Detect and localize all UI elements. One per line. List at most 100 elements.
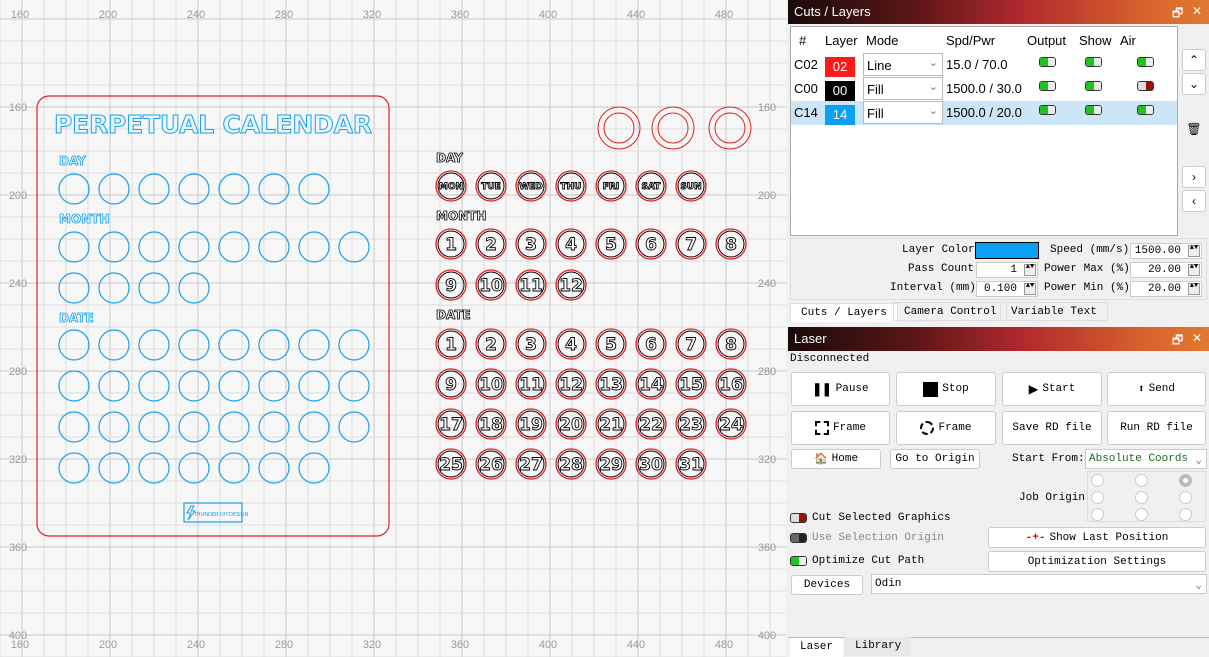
start-button[interactable]: ▶ Start [1002, 372, 1102, 406]
job-origin-radio-top-right[interactable] [1179, 474, 1192, 487]
interval-field[interactable]: 0.100 ▲▼ [976, 281, 1038, 297]
slot-circle[interactable] [298, 452, 330, 484]
tab-cuts-layers[interactable]: Cuts / Layers [790, 303, 898, 322]
air-toggle[interactable] [1137, 105, 1154, 115]
close-icon[interactable]: ✕ [1192, 4, 1202, 18]
ring-inner[interactable] [603, 112, 635, 144]
output-toggle[interactable] [1039, 105, 1056, 115]
slot-circle[interactable] [98, 452, 130, 484]
slot-circle[interactable] [218, 329, 250, 361]
slot-circle[interactable] [338, 231, 370, 263]
mode-select[interactable]: Line ⌄ [863, 53, 943, 76]
delete-icon[interactable]: 🗑 [1182, 119, 1206, 141]
slot-circle[interactable] [218, 370, 250, 402]
show-toggle[interactable] [1085, 105, 1102, 115]
slot-circle[interactable] [298, 231, 330, 263]
canvas-drawing[interactable]: 160 200 240 280 320 360 400 440 480160 200 240 280 3… [0, 0, 786, 657]
go-to-origin-button[interactable]: Go to Origin [890, 449, 980, 469]
slot-circle[interactable] [98, 370, 130, 402]
slot-circle[interactable] [98, 272, 130, 304]
next-button[interactable]: › [1182, 166, 1206, 188]
tab-variable-text[interactable]: Variable Text [1000, 302, 1108, 321]
layer-swatch[interactable]: 14 [825, 105, 855, 125]
slot-circle[interactable] [178, 173, 210, 205]
slot-circle[interactable] [218, 173, 250, 205]
save-rd-file-button[interactable]: Save RD file [1002, 411, 1102, 445]
mode-select[interactable]: Fill ⌄ [863, 77, 943, 100]
job-origin-radio-mid-right[interactable] [1179, 491, 1192, 504]
slot-circle[interactable] [298, 173, 330, 205]
device-select[interactable]: Odin ⌄ [871, 574, 1207, 594]
slot-circle[interactable] [58, 272, 90, 304]
use-selection-origin-toggle[interactable]: Use Selection Origin [790, 532, 944, 544]
job-origin-radio-mid-left[interactable] [1091, 491, 1104, 504]
show-toggle[interactable] [1085, 57, 1102, 67]
move-up-button[interactable]: ⌃ [1182, 49, 1206, 71]
close-icon[interactable]: ✕ [1192, 331, 1202, 345]
show-toggle[interactable] [1085, 81, 1102, 91]
job-origin-radio-bottom-center[interactable] [1135, 508, 1148, 521]
optimize-cut-path-toggle[interactable]: Optimize Cut Path [790, 555, 924, 567]
cut-selected-toggle[interactable]: Cut Selected Graphics [790, 512, 951, 524]
slot-circle[interactable] [58, 173, 90, 205]
job-origin-radio-center[interactable] [1135, 491, 1148, 504]
slot-circle[interactable] [338, 329, 370, 361]
air-toggle[interactable] [1137, 57, 1154, 67]
slot-circle[interactable] [58, 231, 90, 263]
slot-circle[interactable] [98, 173, 130, 205]
mode-select[interactable]: Fill ⌄ [863, 101, 943, 124]
slot-circle[interactable] [218, 231, 250, 263]
rect-frame-button[interactable]: Frame [791, 411, 890, 445]
slot-circle[interactable] [298, 329, 330, 361]
run-rd-file-button[interactable]: Run RD file [1107, 411, 1206, 445]
float-icon[interactable]: 🗗 [1172, 4, 1183, 25]
job-origin-radio-bottom-right[interactable] [1179, 508, 1192, 521]
devices-button[interactable]: Devices [791, 575, 863, 595]
stop-button[interactable]: Stop [896, 372, 996, 406]
slot-circle[interactable] [178, 272, 210, 304]
slot-circle[interactable] [178, 231, 210, 263]
layer-swatch[interactable]: 00 [825, 81, 855, 101]
tab-library[interactable]: Library [845, 637, 912, 656]
job-origin-radio-top-center[interactable] [1135, 474, 1148, 487]
job-origin-radio-top-left[interactable] [1091, 474, 1104, 487]
pass-count-field[interactable]: 1 ▲▼ [976, 262, 1038, 278]
slot-circle[interactable] [98, 231, 130, 263]
slot-circle[interactable] [178, 370, 210, 402]
slot-circle[interactable] [178, 452, 210, 484]
slot-circle[interactable] [178, 329, 210, 361]
design-canvas[interactable]: 160 200 240 280 320 360 400 440 480 160 200 240 280 3… [0, 0, 786, 657]
ring-inner[interactable] [657, 112, 689, 144]
slot-circle[interactable] [58, 370, 90, 402]
prev-button[interactable]: ‹ [1182, 190, 1206, 212]
tab-camera-control[interactable]: Camera Control [893, 302, 1008, 321]
layer-color-swatch[interactable] [975, 242, 1039, 259]
ring-inner[interactable] [714, 112, 746, 144]
output-toggle[interactable] [1039, 81, 1056, 91]
output-toggle[interactable] [1039, 57, 1056, 67]
slot-circle[interactable] [58, 329, 90, 361]
power-max-field[interactable]: 20.00 ▲▼ [1130, 262, 1202, 278]
speed-field[interactable]: 1500.00 ▲▼ [1130, 243, 1202, 259]
slot-circle[interactable] [298, 370, 330, 402]
job-origin-radio-bottom-left[interactable] [1091, 508, 1104, 521]
layer-row[interactable]: C14 14 Fill ⌄ 1500.0 / 20.0 [791, 101, 1177, 125]
float-icon[interactable]: 🗗 [1172, 331, 1183, 352]
optimization-settings-button[interactable]: Optimization Settings [988, 551, 1206, 572]
circle-frame-button[interactable]: Frame [896, 411, 996, 445]
show-last-position-button[interactable]: -+- Show Last Position [988, 527, 1206, 548]
layer-swatch[interactable]: 02 [825, 57, 855, 77]
slot-circle[interactable] [58, 452, 90, 484]
slot-circle[interactable] [98, 329, 130, 361]
slot-circle[interactable] [218, 452, 250, 484]
home-button[interactable]: 🏠 Home [791, 449, 881, 469]
send-button[interactable]: ⬆ Send [1107, 372, 1206, 406]
pause-button[interactable]: ❚❚ Pause [791, 372, 890, 406]
slot-circle[interactable] [338, 370, 370, 402]
layer-row[interactable]: C00 00 Fill ⌄ 1500.0 / 30.0 [791, 77, 1177, 101]
start-from-select[interactable]: Absolute Coords ⌄ [1085, 449, 1207, 469]
air-toggle[interactable] [1137, 81, 1154, 91]
power-min-field[interactable]: 20.00 ▲▼ [1130, 281, 1202, 297]
tab-laser[interactable]: Laser [790, 638, 844, 657]
move-down-button[interactable]: ⌄ [1182, 73, 1206, 95]
